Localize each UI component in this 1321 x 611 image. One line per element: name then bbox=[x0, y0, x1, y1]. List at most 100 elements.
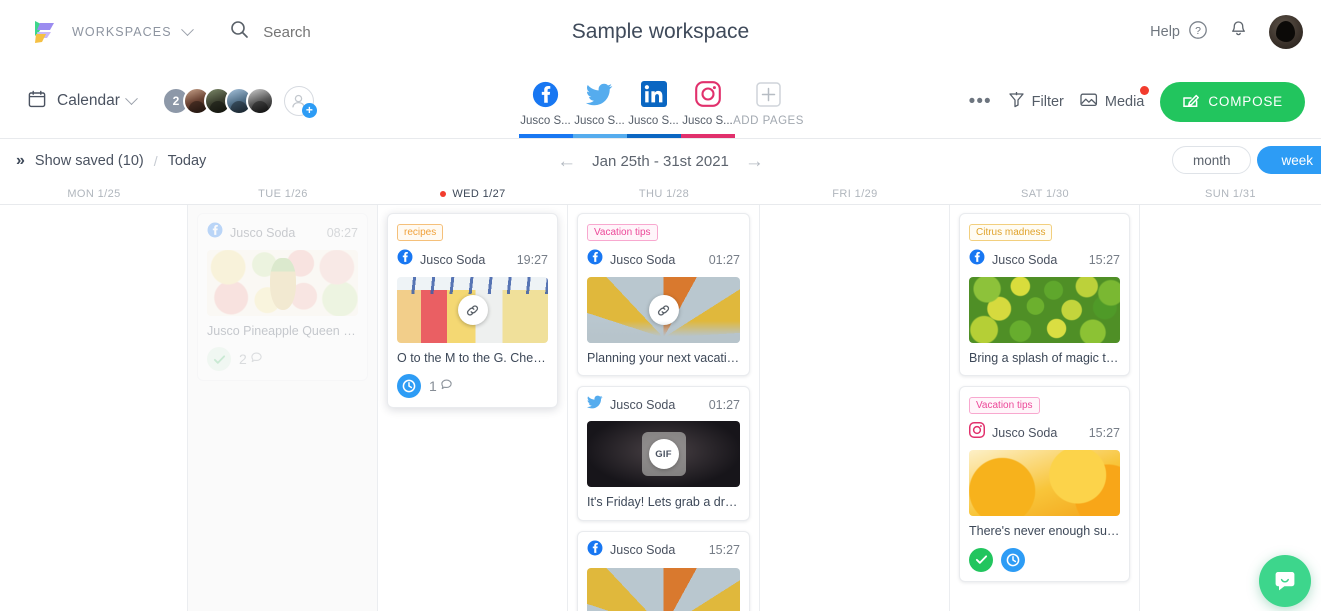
tab-label: Jusco S... bbox=[682, 115, 733, 127]
post-author: Jusco Soda bbox=[420, 252, 486, 267]
collaborator-avatars[interactable]: 2 + bbox=[161, 86, 317, 118]
media-button[interactable]: Media bbox=[1080, 86, 1150, 112]
date-range-nav: ← Jan 25th - 31st 2021 → bbox=[557, 152, 764, 171]
post-thumbnail[interactable] bbox=[587, 567, 740, 611]
post-thumbnail[interactable] bbox=[587, 277, 740, 343]
prev-week-button[interactable]: ← bbox=[557, 152, 576, 171]
post-card[interactable]: Citrus madness Jusco Soda 15:27 Bring a spl… bbox=[959, 213, 1130, 377]
post-footer: 1 bbox=[397, 374, 548, 399]
calendar-icon bbox=[28, 90, 46, 113]
workspaces-menu[interactable]: WORKSPACES bbox=[72, 23, 195, 39]
more-horizontal-icon[interactable]: ••• bbox=[969, 92, 992, 111]
post-card[interactable]: Jusco Soda 15:27 bbox=[577, 530, 750, 611]
avatar[interactable] bbox=[1269, 15, 1303, 49]
day-header-label: MON 1/25 bbox=[67, 187, 121, 200]
add-pages-button[interactable]: ADD PAGES bbox=[733, 79, 803, 138]
calendar-day-headers: MON 1/25 TUE 1/26 WED 1/27 THU 1/28 FRI 1/29… bbox=[0, 183, 1321, 205]
post-card[interactable]: Jusco Soda 08:27 Jusco Pineapple Queen 🍍 -… bbox=[197, 213, 368, 382]
post-tag[interactable]: Vacation tips bbox=[587, 224, 658, 241]
calendar-column-0[interactable] bbox=[0, 205, 188, 611]
calendar-column-1[interactable]: Jusco Soda 08:27 Jusco Pineapple Queen 🍍 -… bbox=[188, 205, 378, 611]
calendar-selector[interactable]: Calendar bbox=[28, 90, 138, 113]
calendar-column-6[interactable] bbox=[1140, 205, 1321, 611]
show-saved-group[interactable]: » Show saved (10) / Today bbox=[16, 152, 206, 170]
chevron-double-right-icon[interactable]: » bbox=[16, 152, 25, 170]
twitter-icon bbox=[586, 395, 603, 414]
post-author: Jusco Soda bbox=[992, 425, 1058, 440]
search-box[interactable] bbox=[230, 20, 434, 44]
post-thumbnail[interactable] bbox=[207, 250, 358, 316]
scheduled-clock-icon bbox=[397, 374, 421, 399]
week-view-button[interactable]: week bbox=[1257, 146, 1321, 174]
media-label: Media bbox=[1104, 93, 1145, 110]
facebook-icon bbox=[207, 222, 223, 243]
calendar-column-3[interactable]: Vacation tips Jusco Soda 01:27 Planning you… bbox=[568, 205, 760, 611]
tab-label: Jusco S... bbox=[520, 115, 571, 127]
day-header-3: THU 1/28 bbox=[568, 183, 760, 204]
filter-button[interactable]: Filter bbox=[1008, 91, 1064, 112]
day-header-label: FRI 1/29 bbox=[832, 187, 878, 200]
post-tag[interactable]: Citrus madness bbox=[969, 224, 1053, 241]
twitter-icon bbox=[586, 79, 613, 109]
question-circle-icon: ? bbox=[1188, 20, 1208, 45]
tab-underline bbox=[572, 134, 627, 138]
post-card[interactable]: recipes Jusco Soda 19:27 O to the M to the … bbox=[387, 213, 558, 409]
tab-linkedin[interactable]: Jusco S... bbox=[626, 79, 681, 138]
page-title: Sample workspace bbox=[571, 20, 750, 43]
comment-count-label: 2 bbox=[239, 351, 247, 368]
compose-pencil-icon bbox=[1182, 92, 1200, 112]
post-thumbnail[interactable]: GIF bbox=[587, 421, 740, 488]
next-week-button[interactable]: → bbox=[745, 152, 764, 171]
tab-twitter[interactable]: Jusco S... bbox=[572, 79, 627, 138]
chevron-down-icon bbox=[181, 23, 195, 37]
instagram-icon bbox=[969, 422, 986, 443]
header-actions: Help ? bbox=[1150, 0, 1303, 64]
post-time: 15:27 bbox=[1088, 425, 1120, 440]
comment-bubble-icon bbox=[250, 351, 263, 367]
calendar-column-5[interactable]: Citrus madness Jusco Soda 15:27 Bring a spl… bbox=[950, 205, 1140, 611]
facebook-icon bbox=[969, 249, 985, 270]
breadcrumb-separator: / bbox=[153, 153, 158, 169]
chat-bubble-icon[interactable] bbox=[1259, 555, 1311, 607]
bell-icon[interactable] bbox=[1228, 19, 1249, 45]
social-pages-tabs: Jusco S... Jusco S... Jusco S... Jusco S… bbox=[518, 79, 803, 138]
day-header-2: WED 1/27 bbox=[378, 183, 568, 204]
post-thumbnail[interactable] bbox=[397, 277, 548, 343]
add-user-icon[interactable]: + bbox=[283, 86, 317, 118]
post-author: Jusco Soda bbox=[230, 225, 296, 240]
post-author: Jusco Soda bbox=[992, 252, 1058, 267]
post-author: Jusco Soda bbox=[610, 543, 676, 557]
comment-count[interactable]: 2 bbox=[239, 351, 263, 367]
tab-underline bbox=[735, 134, 803, 138]
post-thumbnail[interactable] bbox=[969, 450, 1120, 517]
tab-instagram[interactable]: Jusco S... bbox=[680, 79, 735, 138]
post-thumbnail[interactable] bbox=[969, 277, 1120, 343]
post-header: Jusco Soda 01:27 bbox=[586, 395, 740, 414]
falcon-logo-icon[interactable] bbox=[26, 15, 60, 49]
help-button[interactable]: Help ? bbox=[1150, 20, 1208, 45]
scheduled-clock-icon bbox=[1001, 547, 1025, 572]
day-header-4: FRI 1/29 bbox=[760, 183, 950, 204]
post-card[interactable]: Jusco Soda 01:27 GIF It's Friday! Lets grab… bbox=[577, 386, 750, 521]
compose-label: COMPOSE bbox=[1208, 94, 1283, 109]
search-icon bbox=[230, 20, 249, 44]
calendar-column-2[interactable]: recipes Jusco Soda 19:27 O to the M to the … bbox=[378, 205, 568, 611]
post-tag[interactable]: Vacation tips bbox=[969, 397, 1040, 415]
post-card[interactable]: Vacation tips Jusco Soda 01:27 Planning you… bbox=[577, 213, 750, 377]
post-tag[interactable]: recipes bbox=[397, 224, 444, 241]
comment-count[interactable]: 1 bbox=[429, 378, 453, 394]
tab-facebook[interactable]: Jusco S... bbox=[518, 79, 573, 138]
today-button[interactable]: Today bbox=[168, 153, 207, 169]
post-card[interactable]: Vacation tips Jusco Soda 15:27 There's neve… bbox=[959, 386, 1130, 582]
search-input[interactable] bbox=[263, 23, 434, 41]
calendar-column-4[interactable] bbox=[760, 205, 950, 611]
day-header-5: SAT 1/30 bbox=[950, 183, 1140, 204]
month-view-button[interactable]: month bbox=[1171, 146, 1252, 174]
link-icon bbox=[457, 295, 488, 325]
chevron-down-icon bbox=[125, 91, 138, 105]
compose-button[interactable]: COMPOSE bbox=[1160, 81, 1305, 122]
plus-square-icon bbox=[756, 79, 781, 109]
post-header: Jusco Soda 15:27 bbox=[969, 249, 1120, 270]
tab-label: Jusco S... bbox=[628, 115, 679, 127]
avatar[interactable] bbox=[245, 87, 274, 115]
